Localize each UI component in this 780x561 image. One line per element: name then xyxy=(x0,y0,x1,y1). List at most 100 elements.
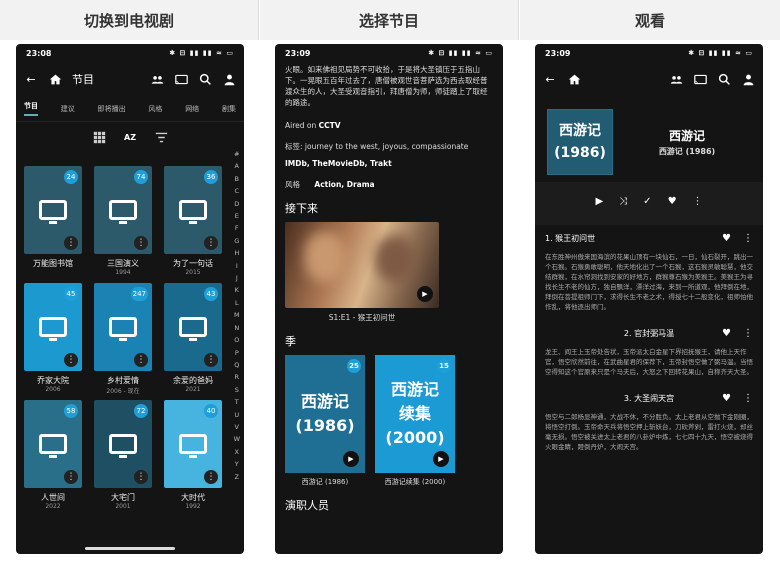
play-icon[interactable]: ▶ xyxy=(417,286,433,302)
show-card[interactable]: 40 ⋮ 大时代 1992 xyxy=(164,400,222,513)
alphabet-letter[interactable]: S xyxy=(234,384,240,396)
alphabet-letter[interactable]: U xyxy=(234,409,240,421)
season-poster[interactable]: 西游记 (1986) 25 ▶ xyxy=(285,355,365,473)
cast-icon[interactable] xyxy=(174,72,188,86)
show-poster[interactable]: 58 ⋮ xyxy=(24,400,82,488)
play-icon[interactable]: ▶ xyxy=(343,451,359,467)
show-poster[interactable]: 45 ⋮ xyxy=(24,283,82,371)
more-vert-icon[interactable]: ⋮ xyxy=(693,196,703,207)
back-icon[interactable]: ← xyxy=(543,72,557,86)
alphabet-letter[interactable]: E xyxy=(234,210,240,222)
alphabet-letter[interactable]: I xyxy=(234,260,240,272)
episode-title[interactable]: 1. 猴王初问世 xyxy=(545,233,595,244)
show-card[interactable]: 74 ⋮ 三国演义 1994 xyxy=(94,166,152,279)
more-vert-icon[interactable]: ⋮ xyxy=(64,353,78,367)
alphabet-letter[interactable]: A xyxy=(234,160,240,172)
more-vert-icon[interactable]: ⋮ xyxy=(204,353,218,367)
more-vert-icon[interactable]: ⋮ xyxy=(64,470,78,484)
show-poster[interactable]: 40 ⋮ xyxy=(164,400,222,488)
more-vert-icon[interactable]: ⋮ xyxy=(204,236,218,250)
more-vert-icon[interactable]: ⋮ xyxy=(134,470,148,484)
show-poster[interactable]: 24 ⋮ xyxy=(24,166,82,254)
alphabet-letter[interactable]: Y xyxy=(234,458,240,470)
alphabet-letter[interactable]: N xyxy=(234,322,240,334)
alphabet-letter[interactable]: P xyxy=(234,347,240,359)
alphabet-letter[interactable]: R xyxy=(234,371,240,383)
more-vert-icon[interactable]: ⋮ xyxy=(204,470,218,484)
genre-value[interactable]: Action, Drama xyxy=(314,180,374,189)
tab-episodes[interactable]: 剧集 xyxy=(222,104,236,114)
shuffle-icon[interactable]: ⤨ xyxy=(619,196,627,207)
show-card[interactable]: 247 ⋮ 乡村爱情 2006 - 现在 xyxy=(94,283,152,396)
alphabet-letter[interactable]: F xyxy=(234,222,240,234)
alphabet-letter[interactable]: X xyxy=(234,446,240,458)
show-card[interactable]: 36 ⋮ 为了一句话 2015 xyxy=(164,166,222,279)
alphabet-letter[interactable]: C xyxy=(234,185,240,197)
season-poster[interactable]: 西游记 续集 (2000) 15 ▶ xyxy=(375,355,455,473)
show-card[interactable]: 72 ⋮ 大宅门 2001 xyxy=(94,400,152,513)
season-card[interactable]: 西游记 (1986) 25 ▶ 西游记 (1986) xyxy=(285,355,365,487)
heart-icon[interactable]: ♥ xyxy=(722,233,731,244)
people-icon[interactable] xyxy=(150,72,164,86)
heart-icon[interactable]: ♥ xyxy=(722,328,731,339)
tab-suggestions[interactable]: 建议 xyxy=(61,104,75,114)
episode-item[interactable]: 3. 大圣闹天宫 ♥ ⋮ 悟空与二郎杨显神通，大战不休，不分胜负。太上老君从空抛下金刚… xyxy=(545,385,753,452)
cast-icon[interactable] xyxy=(693,72,707,86)
alphabet-letter[interactable]: T xyxy=(234,396,240,408)
tab-genres[interactable]: 风格 xyxy=(148,104,162,114)
show-poster[interactable]: 36 ⋮ xyxy=(164,166,222,254)
more-vert-icon[interactable]: ⋮ xyxy=(743,393,753,404)
alphabet-letter[interactable]: K xyxy=(234,284,240,296)
show-card[interactable]: 43 ⋮ 余爱的爸妈 2021 xyxy=(164,283,222,396)
more-vert-icon[interactable]: ⋮ xyxy=(64,236,78,250)
alphabet-letter[interactable]: Z xyxy=(234,471,240,483)
show-poster[interactable]: 72 ⋮ xyxy=(94,400,152,488)
more-vert-icon[interactable]: ⋮ xyxy=(134,353,148,367)
alphabet-letter[interactable]: M xyxy=(234,309,240,321)
alphabet-letter[interactable]: H xyxy=(234,247,240,259)
up-next-thumbnail[interactable]: ▶ xyxy=(285,222,439,308)
tab-networks[interactable]: 网络 xyxy=(185,104,199,114)
sort-az-icon[interactable]: AZ xyxy=(124,130,136,144)
tab-upcoming[interactable]: 即将播出 xyxy=(98,104,126,114)
user-icon[interactable] xyxy=(741,72,755,86)
home-icon[interactable] xyxy=(48,72,62,86)
back-icon[interactable]: ← xyxy=(24,72,38,86)
alphabet-letter[interactable]: G xyxy=(234,235,240,247)
episode-title[interactable]: 3. 大圣闹天宫 xyxy=(624,393,674,404)
heart-icon[interactable]: ♥ xyxy=(722,393,731,404)
show-poster[interactable]: 74 ⋮ xyxy=(94,166,152,254)
filter-icon[interactable] xyxy=(154,130,168,144)
alphabet-letter[interactable]: L xyxy=(234,297,240,309)
episode-title[interactable]: 2. 官封弼马温 xyxy=(624,328,674,339)
alphabet-letter[interactable]: J xyxy=(234,272,240,284)
user-icon[interactable] xyxy=(222,72,236,86)
more-vert-icon[interactable]: ⋮ xyxy=(743,328,753,339)
episode-item[interactable]: 1. 猴王初问世 ♥ ⋮ 在东胜神州傲来国海滨的花果山顶有一块仙石，一日，仙石裂开，跳… xyxy=(545,225,753,312)
home-icon[interactable] xyxy=(567,72,581,86)
season-card[interactable]: 西游记 续集 (2000) 15 ▶ 西游记续集 (2000) xyxy=(375,355,455,487)
alphabet-letter[interactable]: # xyxy=(234,148,240,160)
show-poster[interactable]: 247 ⋮ xyxy=(94,283,152,371)
check-icon[interactable]: ✓ xyxy=(643,196,651,207)
search-icon[interactable] xyxy=(198,72,212,86)
play-icon[interactable]: ▶ xyxy=(433,451,449,467)
grid-icon[interactable] xyxy=(92,130,106,144)
search-icon[interactable] xyxy=(717,72,731,86)
show-card[interactable]: 45 ⋮ 乔家大院 2006 xyxy=(24,283,82,396)
heart-icon[interactable]: ♥ xyxy=(668,196,677,207)
alphabet-letter[interactable]: B xyxy=(234,173,240,185)
show-card[interactable]: 24 ⋮ 万能图书馆 xyxy=(24,166,82,279)
more-vert-icon[interactable]: ⋮ xyxy=(743,233,753,244)
alphabet-letter[interactable]: V xyxy=(234,421,240,433)
more-vert-icon[interactable]: ⋮ xyxy=(134,236,148,250)
alphabet-letter[interactable]: D xyxy=(234,198,240,210)
episode-item[interactable]: 2. 官封弼马温 ♥ ⋮ 龙王、阎王上玉帝处告状，玉帝派太白金星下界招抚猴王，请他上天… xyxy=(545,320,753,377)
show-card[interactable]: 58 ⋮ 人世间 2022 xyxy=(24,400,82,513)
people-icon[interactable] xyxy=(669,72,683,86)
play-icon[interactable]: ▶ xyxy=(595,196,603,207)
aired-network[interactable]: CCTV xyxy=(319,121,341,130)
alphabet-letter[interactable]: Q xyxy=(234,359,240,371)
sources-value[interactable]: IMDb, TheMovieDb, Trakt xyxy=(285,159,392,168)
alphabet-letter[interactable]: O xyxy=(234,334,240,346)
